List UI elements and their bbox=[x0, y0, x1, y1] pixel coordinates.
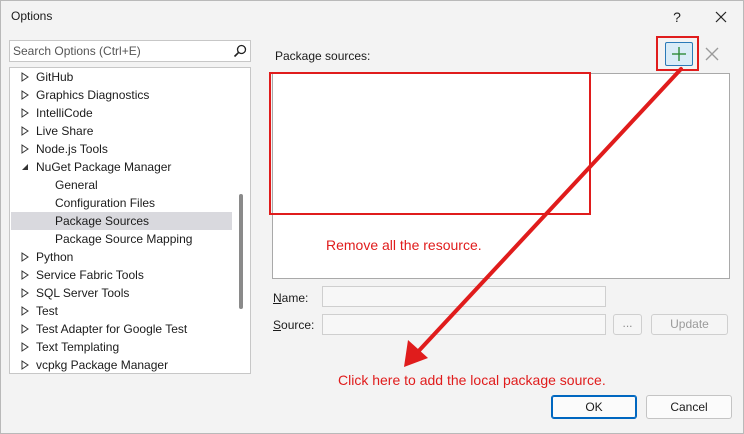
tree-item-label: IntelliCode bbox=[36, 106, 93, 120]
remove-source-button[interactable] bbox=[702, 44, 722, 64]
cancel-button[interactable]: Cancel bbox=[646, 395, 732, 419]
tree-item-label: vcpkg Package Manager bbox=[36, 358, 169, 372]
tree-item-configuration-files[interactable]: Configuration Files bbox=[11, 194, 232, 212]
tree-item-sql-server-tools[interactable]: SQL Server Tools bbox=[11, 284, 232, 302]
search-box[interactable] bbox=[9, 40, 251, 62]
close-button[interactable] bbox=[709, 5, 733, 29]
chevron-right-icon[interactable] bbox=[20, 144, 30, 154]
window-title: Options bbox=[11, 9, 53, 23]
tree-item-package-source-mapping[interactable]: Package Source Mapping bbox=[11, 230, 232, 248]
name-label: Name: bbox=[273, 291, 308, 305]
chevron-right-icon[interactable] bbox=[20, 72, 30, 82]
package-sources-label: Package sources: bbox=[275, 49, 371, 63]
chevron-right-icon[interactable] bbox=[20, 108, 30, 118]
tree-item-github[interactable]: GitHub bbox=[11, 68, 232, 86]
options-dialog: Options ? GitHub Graphics Diagnostics In… bbox=[0, 0, 744, 434]
tree-item-package-sources[interactable]: Package Sources bbox=[11, 212, 232, 230]
close-icon bbox=[715, 11, 727, 23]
tree-item-label: Node.js Tools bbox=[36, 142, 108, 156]
chevron-right-icon[interactable] bbox=[20, 288, 30, 298]
chevron-expanded-icon[interactable] bbox=[20, 162, 30, 172]
tree-item-label: SQL Server Tools bbox=[36, 286, 130, 300]
tree-item-python[interactable]: Python bbox=[11, 248, 232, 266]
chevron-right-icon[interactable] bbox=[20, 342, 30, 352]
tree-item-label: GitHub bbox=[36, 70, 74, 84]
click-annotation-text: Click here to add the local package sour… bbox=[338, 372, 606, 388]
source-field[interactable] bbox=[322, 314, 606, 335]
chevron-right-icon[interactable] bbox=[20, 270, 30, 280]
tree-item-label: Live Share bbox=[36, 124, 94, 138]
chevron-right-icon[interactable] bbox=[20, 90, 30, 100]
chevron-right-icon[interactable] bbox=[20, 306, 30, 316]
tree-item-graphics-diagnostics[interactable]: Graphics Diagnostics bbox=[11, 86, 232, 104]
tree-item-test[interactable]: Test bbox=[11, 302, 232, 320]
options-tree[interactable]: GitHub Graphics Diagnostics IntelliCode … bbox=[9, 67, 251, 374]
browse-button[interactable]: ... bbox=[613, 314, 642, 335]
tree-item-label: Python bbox=[36, 250, 74, 264]
tree-item-vcpkg-package-manager[interactable]: vcpkg Package Manager bbox=[11, 356, 232, 373]
tree-item-label: Package Source Mapping bbox=[55, 232, 193, 246]
tree-item-live-share[interactable]: Live Share bbox=[11, 122, 232, 140]
name-label-accel: N bbox=[273, 291, 282, 305]
add-button-highlight bbox=[656, 36, 699, 71]
tree-item-general[interactable]: General bbox=[11, 176, 232, 194]
source-label-rest: ource: bbox=[281, 318, 315, 332]
tree-item-nuget-package-manager[interactable]: NuGet Package Manager bbox=[11, 158, 232, 176]
search-icon[interactable] bbox=[232, 43, 248, 59]
chevron-right-icon[interactable] bbox=[20, 126, 30, 136]
sources-highlight-box bbox=[269, 72, 591, 215]
tree-item-nodejs-tools[interactable]: Node.js Tools bbox=[11, 140, 232, 158]
tree-item-text-templating[interactable]: Text Templating bbox=[11, 338, 232, 356]
source-label: Source: bbox=[273, 318, 314, 332]
chevron-right-icon[interactable] bbox=[20, 324, 30, 334]
tree-item-label: Package Sources bbox=[55, 214, 150, 228]
x-icon bbox=[705, 47, 719, 61]
tree-item-label: Service Fabric Tools bbox=[36, 268, 144, 282]
chevron-right-icon[interactable] bbox=[20, 252, 30, 262]
title-bar: Options ? bbox=[1, 1, 743, 33]
name-field[interactable] bbox=[322, 286, 606, 307]
chevron-right-icon[interactable] bbox=[20, 360, 30, 370]
tree-item-label: Graphics Diagnostics bbox=[36, 88, 150, 102]
tree-item-label: Text Templating bbox=[36, 340, 120, 354]
remove-annotation-text: Remove all the resource. bbox=[326, 237, 482, 253]
tree-scrollbar-thumb[interactable] bbox=[239, 194, 243, 309]
tree-item-label: Configuration Files bbox=[55, 196, 156, 210]
ok-button[interactable]: OK bbox=[551, 395, 637, 419]
tree-item-test-adapter-google-test[interactable]: Test Adapter for Google Test bbox=[11, 320, 232, 338]
help-button[interactable]: ? bbox=[665, 5, 689, 29]
name-label-rest: ame: bbox=[281, 291, 309, 305]
tree-item-label: Test bbox=[36, 304, 59, 318]
update-button[interactable]: Update bbox=[651, 314, 728, 335]
search-input[interactable] bbox=[13, 43, 228, 59]
tree-item-intellicode[interactable]: IntelliCode bbox=[11, 104, 232, 122]
tree-item-label: NuGet Package Manager bbox=[36, 160, 172, 174]
source-label-accel: S bbox=[273, 318, 282, 332]
tree-item-label: Test Adapter for Google Test bbox=[36, 322, 188, 336]
tree-item-label: General bbox=[55, 178, 98, 192]
tree-item-service-fabric-tools[interactable]: Service Fabric Tools bbox=[11, 266, 232, 284]
